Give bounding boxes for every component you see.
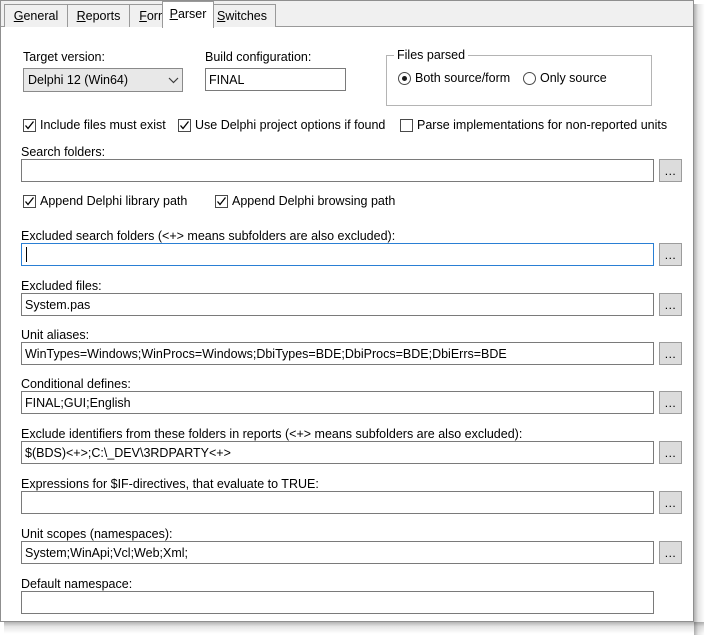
default-namespace-input[interactable] [21, 591, 654, 614]
radio-both-source-form[interactable]: Both source/form [398, 71, 510, 85]
checkbox-include-files-must-exist-label: Include files must exist [40, 118, 166, 132]
exclude-identifiers-input[interactable] [21, 441, 654, 464]
checkbox-append-delphi-browsing-path-label: Append Delphi browsing path [232, 194, 396, 208]
checkbox-checked-icon [215, 194, 228, 208]
radio-both-source-form-label: Both source/form [415, 71, 511, 85]
checkbox-parse-implementations[interactable]: Parse implementations for non-reported u… [400, 118, 667, 132]
radio-only-source-label: Only source [540, 71, 607, 85]
tab-parser-label: Parser [169, 7, 207, 21]
checkbox-checked-icon [178, 118, 191, 132]
unit-aliases-input[interactable] [21, 342, 654, 365]
tab-switches[interactable]: Switches [208, 4, 276, 27]
parser-tab-pane: Target version: Delphi 12 (Win64) Build … [2, 27, 693, 621]
radio-selected-icon [398, 71, 411, 85]
conditional-defines-browse-button[interactable]: ... [659, 391, 682, 414]
checkbox-parse-implementations-label: Parse implementations for non-reported u… [417, 118, 668, 132]
tab-parser[interactable]: Parser [162, 1, 214, 28]
build-configuration-label: Build configuration: [205, 50, 312, 64]
tab-reports[interactable]: Reports [67, 4, 130, 27]
radio-only-source[interactable]: Only source [523, 71, 607, 85]
tab-general[interactable]: General [4, 4, 68, 27]
if-directive-expressions-label: Expressions for $IF-directives, that eva… [21, 477, 319, 491]
unit-aliases-label: Unit aliases: [21, 328, 90, 342]
dialog-frame: General Reports Format Parser Switches T… [0, 0, 694, 622]
unit-scopes-browse-button[interactable]: ... [659, 541, 682, 564]
text-caret [26, 247, 27, 262]
if-directive-expressions-browse-button[interactable]: ... [659, 491, 682, 514]
window-shadow-bottom [4, 622, 704, 635]
parser-options-window: General Reports Format Parser Switches T… [0, 0, 706, 635]
tab-switches-label: Switches [216, 9, 268, 23]
target-version-label: Target version: [23, 50, 105, 64]
checkbox-append-delphi-browsing-path[interactable]: Append Delphi browsing path [215, 194, 395, 208]
excluded-files-label: Excluded files: [21, 279, 102, 293]
conditional-defines-input[interactable] [21, 391, 654, 414]
checkbox-use-delphi-project-options[interactable]: Use Delphi project options if found [178, 118, 385, 132]
checkbox-checked-icon [23, 194, 36, 208]
conditional-defines-label: Conditional defines: [21, 377, 131, 391]
window-shadow-right [694, 4, 706, 635]
search-folders-input[interactable] [21, 159, 654, 182]
files-parsed-group-title: Files parsed [394, 48, 469, 62]
checkbox-append-delphi-library-path[interactable]: Append Delphi library path [23, 194, 187, 208]
checkbox-unchecked-icon [400, 118, 413, 132]
target-version-combo[interactable]: Delphi 12 (Win64) [23, 68, 183, 92]
checkbox-append-delphi-library-path-label: Append Delphi library path [40, 194, 188, 208]
tab-general-label: General [13, 9, 59, 23]
checkbox-include-files-must-exist[interactable]: Include files must exist [23, 118, 166, 132]
unit-scopes-input[interactable] [21, 541, 654, 564]
default-namespace-label: Default namespace: [21, 577, 133, 591]
search-folders-label: Search folders: [21, 145, 106, 159]
checkbox-checked-icon [23, 118, 36, 132]
unit-aliases-browse-button[interactable]: ... [659, 342, 682, 365]
checkbox-use-delphi-project-options-label: Use Delphi project options if found [195, 118, 386, 132]
exclude-identifiers-label: Exclude identifiers from these folders i… [21, 427, 523, 441]
if-directive-expressions-input[interactable] [21, 491, 654, 514]
excluded-search-folders-browse-button[interactable]: ... [659, 243, 682, 266]
radio-unselected-icon [523, 71, 536, 85]
search-folders-browse-button[interactable]: ... [659, 159, 682, 182]
chevron-down-icon [164, 77, 182, 84]
target-version-value: Delphi 12 (Win64) [28, 73, 129, 87]
excluded-search-folders-label: Excluded search folders (<+> means subfo… [21, 229, 396, 243]
excluded-files-browse-button[interactable]: ... [659, 293, 682, 316]
exclude-identifiers-browse-button[interactable]: ... [659, 441, 682, 464]
build-configuration-input[interactable] [205, 68, 346, 91]
tab-reports-label: Reports [76, 9, 121, 23]
excluded-files-input[interactable] [21, 293, 654, 316]
tab-strip: General Reports Format Parser Switches [1, 1, 693, 28]
unit-scopes-label: Unit scopes (namespaces): [21, 527, 173, 541]
excluded-search-folders-input[interactable] [21, 243, 654, 266]
